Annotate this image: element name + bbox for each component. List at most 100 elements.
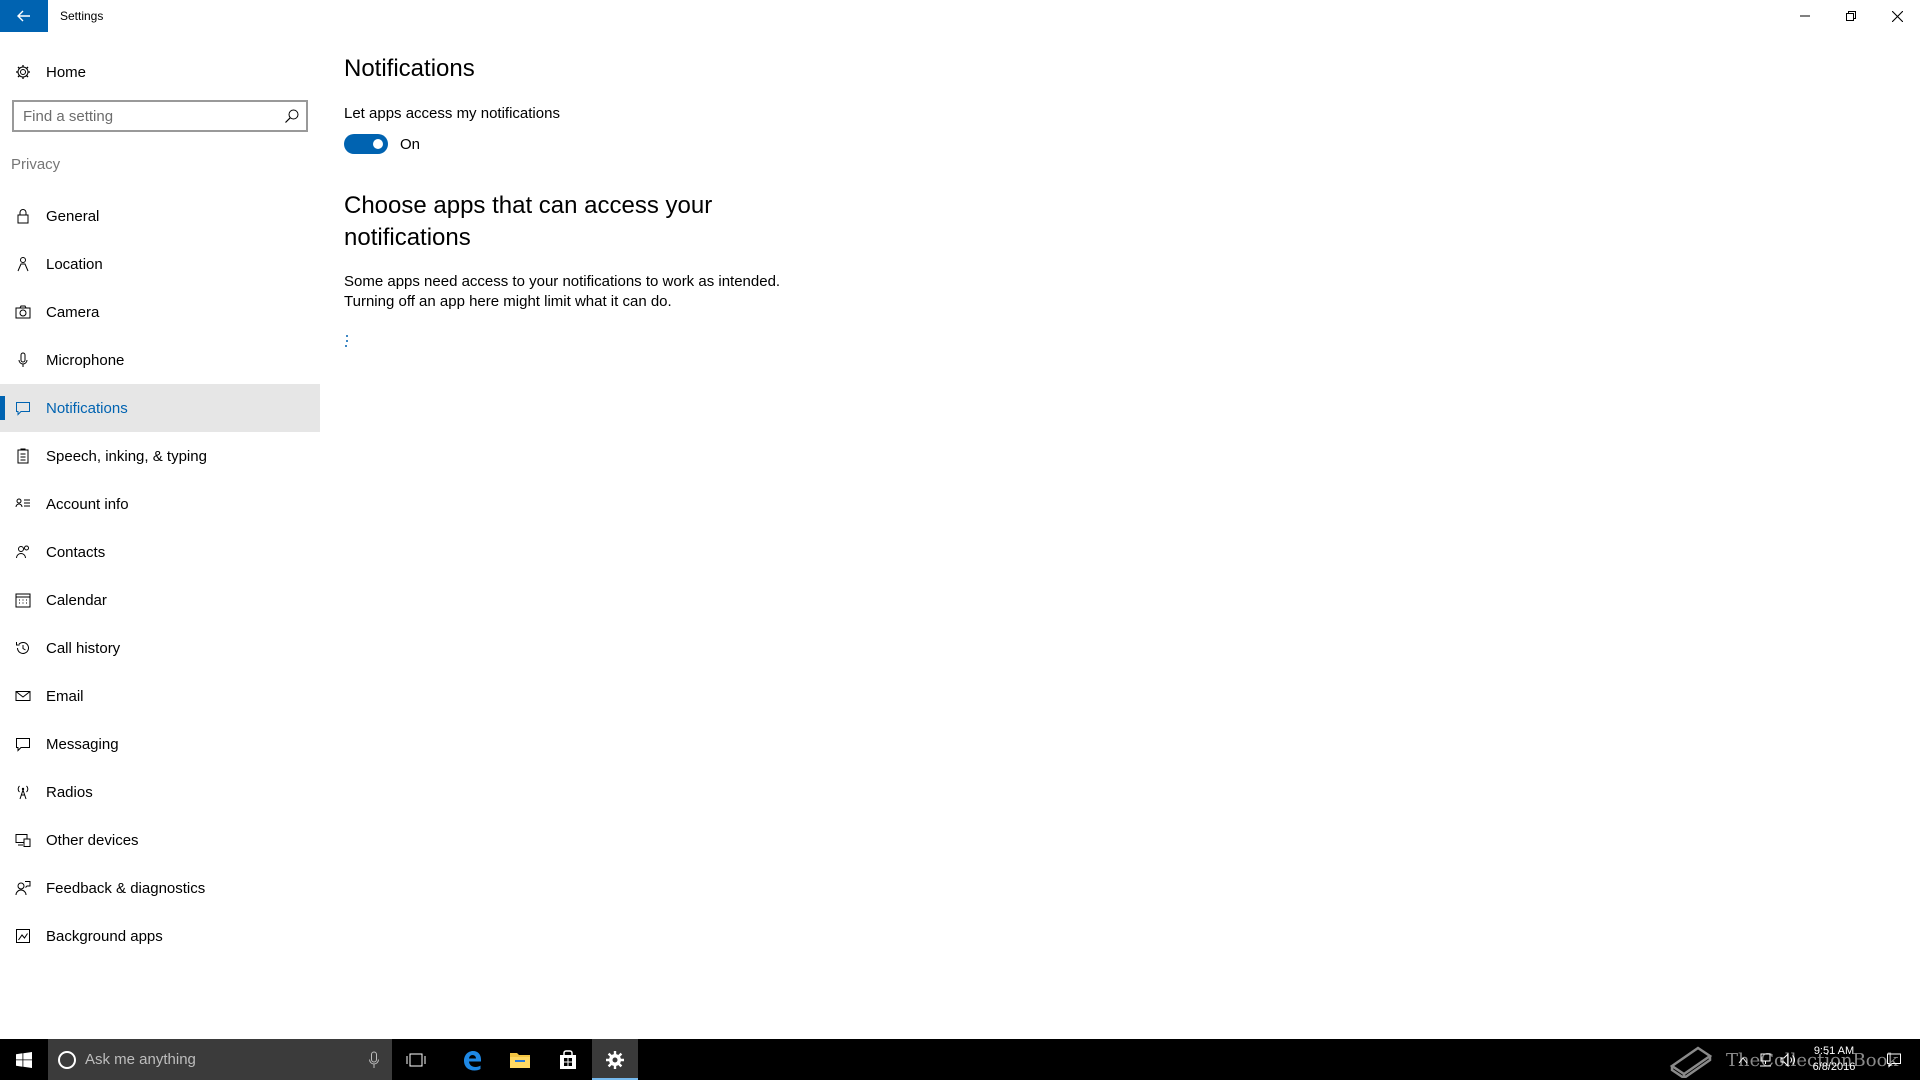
toggle-state-label: On <box>400 135 421 153</box>
back-button[interactable] <box>0 0 48 32</box>
sidebar-item-label: Email <box>46 687 84 705</box>
sidebar-item-radios[interactable]: Radios <box>0 768 320 816</box>
envelope-icon <box>14 687 32 705</box>
sidebar-item-speech-inking-typing[interactable]: Speech, inking, & typing <box>0 432 320 480</box>
search-input[interactable] <box>14 103 274 129</box>
start-button[interactable] <box>0 1039 48 1080</box>
location-person-icon <box>14 255 32 273</box>
title-bar: Settings <box>0 0 1920 32</box>
section-description: Some apps need access to your notificati… <box>344 272 864 312</box>
sidebar-item-background-apps[interactable]: Background apps <box>0 912 320 960</box>
devices-icon <box>14 831 32 849</box>
microphone-icon[interactable] <box>368 1051 380 1069</box>
sidebar-item-other-devices[interactable]: Other devices <box>0 816 320 864</box>
background-apps-icon <box>14 927 32 945</box>
volume-icon <box>1780 1052 1795 1067</box>
page-title: Notifications <box>344 55 475 82</box>
task-view-icon <box>406 1053 426 1066</box>
microphone-icon <box>14 351 32 369</box>
store-bag-icon <box>560 1049 576 1069</box>
sidebar-item-label: Messaging <box>46 735 119 753</box>
taskbar-clock[interactable]: 9:51 AM 6/8/2016 <box>1800 1043 1868 1075</box>
sidebar-item-label: Call history <box>46 639 121 657</box>
sidebar-item-label: Contacts <box>46 543 106 561</box>
sidebar-item-label: Radios <box>46 783 93 801</box>
minimize-button[interactable] <box>1782 0 1828 32</box>
edge-browser-button[interactable] <box>448 1039 496 1080</box>
people-icon <box>14 543 32 561</box>
cortana-icon <box>58 1051 76 1069</box>
chat-icon <box>14 735 32 753</box>
sidebar-item-microphone[interactable]: Microphone <box>0 336 320 384</box>
book-icon <box>1669 1046 1713 1078</box>
action-center-icon <box>1887 1053 1901 1068</box>
network-button[interactable] <box>1754 1039 1776 1080</box>
sidebar-item-label: Notifications <box>46 399 128 417</box>
description-line: Some apps need access to your notificati… <box>344 273 781 290</box>
calendar-icon <box>14 591 32 609</box>
cortana-search-box[interactable]: Ask me anything <box>48 1039 392 1080</box>
sidebar-item-label: Account info <box>46 495 129 513</box>
windows-logo-icon <box>16 1051 32 1068</box>
store-button[interactable] <box>544 1039 592 1080</box>
sidebar-item-label: Location <box>46 255 103 273</box>
sidebar-item-label: Speech, inking, & typing <box>46 447 207 465</box>
file-explorer-button[interactable] <box>496 1039 544 1080</box>
gear-icon <box>606 1050 624 1069</box>
sidebar-item-home[interactable]: Home <box>0 52 320 92</box>
settings-search-box[interactable] <box>12 100 308 132</box>
task-view-button[interactable] <box>392 1039 440 1080</box>
cortana-placeholder: Ask me anything <box>85 1051 196 1068</box>
app-title: Settings <box>60 9 104 23</box>
sidebar: Home Privacy General Location Camera Mic… <box>0 32 320 1039</box>
arrow-left-icon <box>17 10 30 22</box>
network-icon <box>1760 1053 1771 1066</box>
sidebar-item-camera[interactable]: Camera <box>0 288 320 336</box>
sidebar-item-account-info[interactable]: Account info <box>0 480 320 528</box>
search-icon[interactable] <box>284 108 300 124</box>
sidebar-item-feedback-diagnostics[interactable]: Feedback & diagnostics <box>0 864 320 912</box>
settings-taskbar-button[interactable] <box>592 1039 638 1080</box>
sidebar-item-general[interactable]: General <box>0 192 320 240</box>
sidebar-item-label: Feedback & diagnostics <box>46 879 206 897</box>
speech-bubble-icon <box>14 399 32 417</box>
chevron-up-icon <box>1738 1056 1748 1063</box>
description-line: Turning off an app here might limit what… <box>344 293 672 310</box>
toggle-knob <box>373 139 383 149</box>
minimize-icon <box>1800 15 1810 17</box>
sidebar-item-label: Background apps <box>46 927 163 945</box>
sidebar-item-calendar[interactable]: Calendar <box>0 576 320 624</box>
sidebar-item-label: Camera <box>46 303 100 321</box>
sidebar-item-contacts[interactable]: Contacts <box>0 528 320 576</box>
camera-icon <box>14 303 32 321</box>
section-heading: Choose apps that can access your notific… <box>344 192 713 251</box>
action-center-button[interactable] <box>1876 1039 1912 1080</box>
clock-date: 6/8/2016 <box>1812 1061 1856 1073</box>
restore-button[interactable] <box>1828 0 1874 32</box>
sidebar-item-messaging[interactable]: Messaging <box>0 720 320 768</box>
close-icon <box>1891 10 1903 22</box>
gear-icon <box>14 63 32 81</box>
notifications-access-toggle[interactable] <box>344 134 388 154</box>
sidebar-item-label: Home <box>46 63 87 81</box>
clipboard-icon <box>14 447 32 465</box>
close-button[interactable] <box>1874 0 1920 32</box>
toggle-label: Let apps access my notifications <box>344 105 560 122</box>
sidebar-item-notifications[interactable]: Notifications <box>0 384 320 432</box>
edge-logo-icon <box>464 1050 481 1070</box>
toggle-row: On <box>344 133 420 155</box>
sidebar-item-location[interactable]: Location <box>0 240 320 288</box>
lock-icon <box>14 207 32 225</box>
privacy-nav-list: General Location Camera Microphone Notif… <box>0 192 320 960</box>
clock-time: 9:51 AM <box>1813 1045 1855 1057</box>
sidebar-item-email[interactable]: Email <box>0 672 320 720</box>
sidebar-item-label: Calendar <box>46 591 107 609</box>
restore-icon <box>1846 11 1856 21</box>
volume-button[interactable] <box>1778 1039 1800 1080</box>
sidebar-item-call-history[interactable]: Call history <box>0 624 320 672</box>
contact-card-icon <box>14 495 32 513</box>
sidebar-item-label: General <box>46 207 100 225</box>
sidebar-item-label: Microphone <box>46 351 125 369</box>
loading-indicator <box>344 335 350 349</box>
show-hidden-icons-button[interactable] <box>1734 1039 1752 1080</box>
